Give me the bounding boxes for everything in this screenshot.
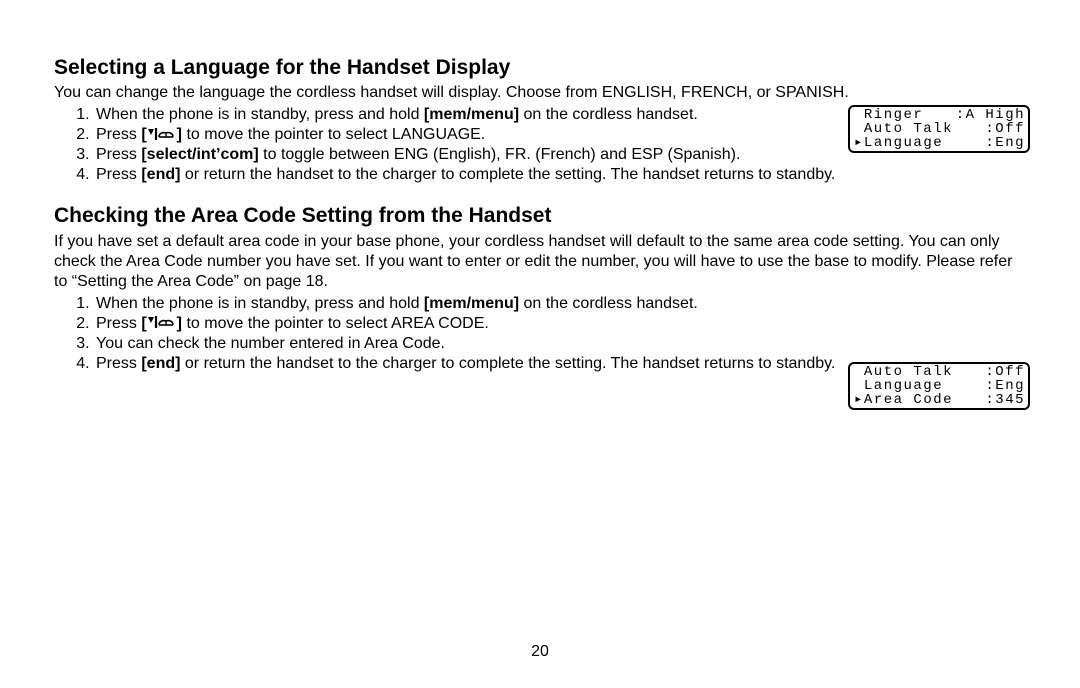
step-text: on the cordless handset. <box>519 295 698 312</box>
key-end: [end] <box>141 166 180 183</box>
lcd-display-areacode: Auto Talk :Off Language :Eng ▸Area Code :34… <box>848 362 1030 410</box>
intro-area-code: If you have set a default area code in y… <box>54 232 1030 292</box>
lcd-cell: ▸Language <box>854 136 943 150</box>
step-text: When the phone is in standby, press and … <box>96 106 424 123</box>
lcd-cell: :Off <box>985 122 1025 136</box>
lcd-cell: Ringer <box>854 108 923 122</box>
lcd-cell: Auto Talk <box>854 365 953 379</box>
list-item: Press [end] or return the handset to the… <box>94 165 1030 185</box>
lcd-display-language: Ringer :A High Auto Talk :Off ▸Language :En… <box>848 105 1030 153</box>
lcd-cell: ▸Area Code <box>854 393 953 407</box>
down-arrow-book-icon <box>147 316 177 328</box>
lcd-cell: :Eng <box>985 379 1025 393</box>
lcd-cell: :A High <box>956 108 1025 122</box>
lcd-cell: :345 <box>985 393 1025 407</box>
step-text: Press <box>96 315 141 332</box>
list-item: Press [] to move the pointer to select A… <box>94 314 1030 334</box>
intro-select-language: You can change the language the cordless… <box>54 83 1030 103</box>
lcd-cell: :Eng <box>985 136 1025 150</box>
step-text: to move the pointer to select AREA CODE. <box>182 315 489 332</box>
list-item: You can check the number entered in Area… <box>94 334 1030 354</box>
heading-select-language: Selecting a Language for the Handset Dis… <box>54 55 1030 81</box>
step-text: to toggle between ENG (English), FR. (Fr… <box>259 146 741 163</box>
step-text: When the phone is in standby, press and … <box>96 295 424 312</box>
list-item: When the phone is in standby, press and … <box>94 294 1030 314</box>
key-select-intcom: [select/int’com] <box>141 146 258 163</box>
heading-area-code: Checking the Area Code Setting from the … <box>54 203 1030 229</box>
step-text: on the cordless handset. <box>519 106 698 123</box>
lcd-cell: Language <box>854 379 943 393</box>
step-text: You can check the number entered in Area… <box>96 335 445 352</box>
step-text: or return the handset to the charger to … <box>180 166 835 183</box>
manual-page: Selecting a Language for the Handset Dis… <box>0 0 1080 688</box>
step-text: Press <box>96 146 141 163</box>
down-arrow-book-icon <box>147 128 177 140</box>
key-end: [end] <box>141 355 180 372</box>
step-text: to move the pointer to select LANGUAGE. <box>182 126 485 143</box>
page-number: 20 <box>0 642 1080 662</box>
key-mem-menu: [mem/menu] <box>424 295 519 312</box>
lcd-cell: Auto Talk <box>854 122 953 136</box>
key-mem-menu: [mem/menu] <box>424 106 519 123</box>
lcd-cell: :Off <box>985 365 1025 379</box>
step-text: Press <box>96 126 141 143</box>
step-text: Press <box>96 166 141 183</box>
step-text: Press <box>96 355 141 372</box>
step-text: or return the handset to the charger to … <box>180 355 835 372</box>
